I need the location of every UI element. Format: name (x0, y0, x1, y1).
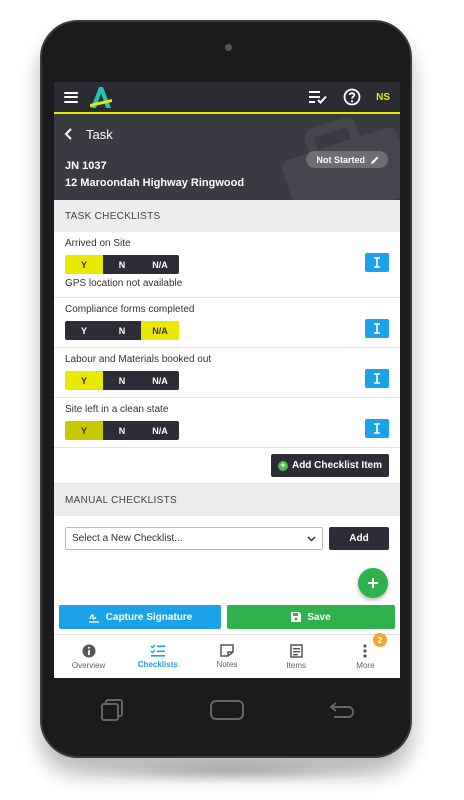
nav-overview[interactable]: Overview (54, 635, 123, 678)
menu-icon[interactable] (64, 91, 78, 103)
text-cursor-button[interactable] (365, 419, 389, 438)
job-address: 12 Maroondah Highway Ringwood (65, 177, 245, 189)
save-label: Save (307, 611, 331, 623)
yes-no-na-toggle: Y N N/A (65, 255, 389, 274)
status-badge[interactable]: Not Started (306, 151, 388, 168)
plus-icon: + (277, 460, 288, 471)
nav-notes-label: Notes (216, 660, 238, 669)
task-header: Task JN 1037 12 Maroondah Highway Ringwo… (54, 114, 400, 200)
plus-icon (368, 578, 378, 588)
pencil-icon (371, 156, 379, 164)
yes-no-na-toggle: Y N N/A (65, 371, 389, 390)
checklist-item: Site left in a clean state Y N N/A (54, 398, 400, 448)
more-badge: 2 (372, 633, 387, 647)
nav-checklists-label: Checklists (137, 660, 178, 669)
text-cursor-icon (374, 323, 380, 334)
info-icon (82, 644, 96, 657)
job-number: JN 1037 (65, 160, 107, 172)
yes-no-na-toggle: Y N N/A (65, 421, 389, 440)
checklist-icon[interactable] (308, 87, 328, 107)
checklist-select-value: Select a New Checklist... (72, 533, 183, 544)
device-shadow (70, 758, 390, 784)
nav-checklists[interactable]: Checklists (123, 635, 192, 678)
capture-signature-label: Capture Signature (105, 611, 193, 623)
text-cursor-icon (374, 373, 380, 384)
text-cursor-button[interactable] (365, 253, 389, 272)
gps-note: GPS location not available (65, 278, 183, 289)
note-icon (220, 644, 234, 657)
capture-signature-button[interactable]: Capture Signature (59, 605, 221, 629)
option-na[interactable]: N/A (141, 421, 179, 440)
checklist-item: Arrived on Site Y N N/A GPS location not… (54, 232, 400, 298)
yes-no-na-toggle: Y N N/A (65, 321, 389, 340)
checklist-label: Site left in a clean state (65, 404, 169, 415)
text-cursor-button[interactable] (365, 369, 389, 388)
text-cursor-icon (374, 257, 380, 268)
nav-overview-label: Overview (71, 660, 106, 670)
recent-apps-icon (100, 699, 123, 721)
nav-more-label: More (356, 660, 375, 670)
option-na[interactable]: N/A (141, 371, 179, 390)
checklist-label: Compliance forms completed (65, 304, 195, 315)
recent-apps-button[interactable] (92, 696, 132, 724)
option-na[interactable]: N/A (141, 255, 179, 274)
logo-icon (90, 87, 112, 108)
text-cursor-button[interactable] (365, 319, 389, 338)
task-checklists-heading: TASK CHECKLISTS (54, 200, 400, 232)
action-row: Capture Signature Save (59, 605, 395, 629)
more-icon (363, 643, 368, 658)
chevron-down-icon (307, 535, 316, 542)
option-n[interactable]: N (103, 421, 141, 440)
option-na[interactable]: N/A (141, 321, 179, 340)
add-checklist-row: + Add Checklist Item (54, 448, 400, 484)
option-n[interactable]: N (103, 371, 141, 390)
hardware-buttons (54, 690, 400, 730)
user-initials[interactable]: NS (376, 92, 390, 103)
save-icon (291, 612, 302, 622)
nav-items[interactable]: Items (262, 635, 331, 678)
nav-notes[interactable]: Notes (192, 635, 261, 678)
add-checklist-item-button[interactable]: + Add Checklist Item (270, 454, 389, 477)
back-hardware-button[interactable] (322, 696, 362, 724)
bottom-nav: Overview Checklists Notes Items More 2 (54, 633, 400, 678)
app-screen: NS Task JN 1037 12 Maroondah Highway Rin… (54, 82, 400, 678)
items-icon (289, 643, 303, 658)
option-n[interactable]: N (103, 255, 141, 274)
back-icon[interactable] (64, 126, 80, 142)
back-arrow-icon (329, 702, 355, 718)
checklist-icon (150, 644, 166, 657)
home-icon (209, 700, 244, 720)
home-button[interactable] (207, 696, 247, 724)
front-camera (225, 44, 232, 51)
help-icon[interactable] (342, 87, 362, 107)
manual-checklists-heading: MANUAL CHECKLISTS (54, 484, 400, 516)
nav-items-label: Items (286, 660, 306, 670)
checklist-item: Compliance forms completed Y N N/A (54, 298, 400, 348)
option-y[interactable]: Y (65, 255, 103, 274)
save-button[interactable]: Save (227, 605, 395, 629)
option-y[interactable]: Y (65, 421, 103, 440)
top-app-bar: NS (54, 82, 400, 114)
checklist-label: Labour and Materials booked out (65, 354, 212, 365)
option-y[interactable]: Y (65, 321, 103, 340)
checklist-select[interactable]: Select a New Checklist... (65, 527, 323, 550)
add-checklist-item-label: Add Checklist Item (291, 460, 382, 471)
status-text: Not Started (316, 154, 365, 165)
option-n[interactable]: N (103, 321, 141, 340)
checklist-item: Labour and Materials booked out Y N N/A (54, 348, 400, 398)
option-y[interactable]: Y (65, 371, 103, 390)
signature-icon (88, 613, 99, 623)
page-title: Task (86, 126, 113, 142)
add-manual-checklist-button[interactable]: Add (329, 527, 389, 550)
text-cursor-icon (374, 423, 380, 434)
manual-checklist-row: Select a New Checklist... Add (54, 516, 400, 550)
add-fab[interactable] (358, 568, 388, 598)
nav-more[interactable]: More 2 (331, 633, 400, 678)
checklist-label: Arrived on Site (65, 238, 131, 249)
